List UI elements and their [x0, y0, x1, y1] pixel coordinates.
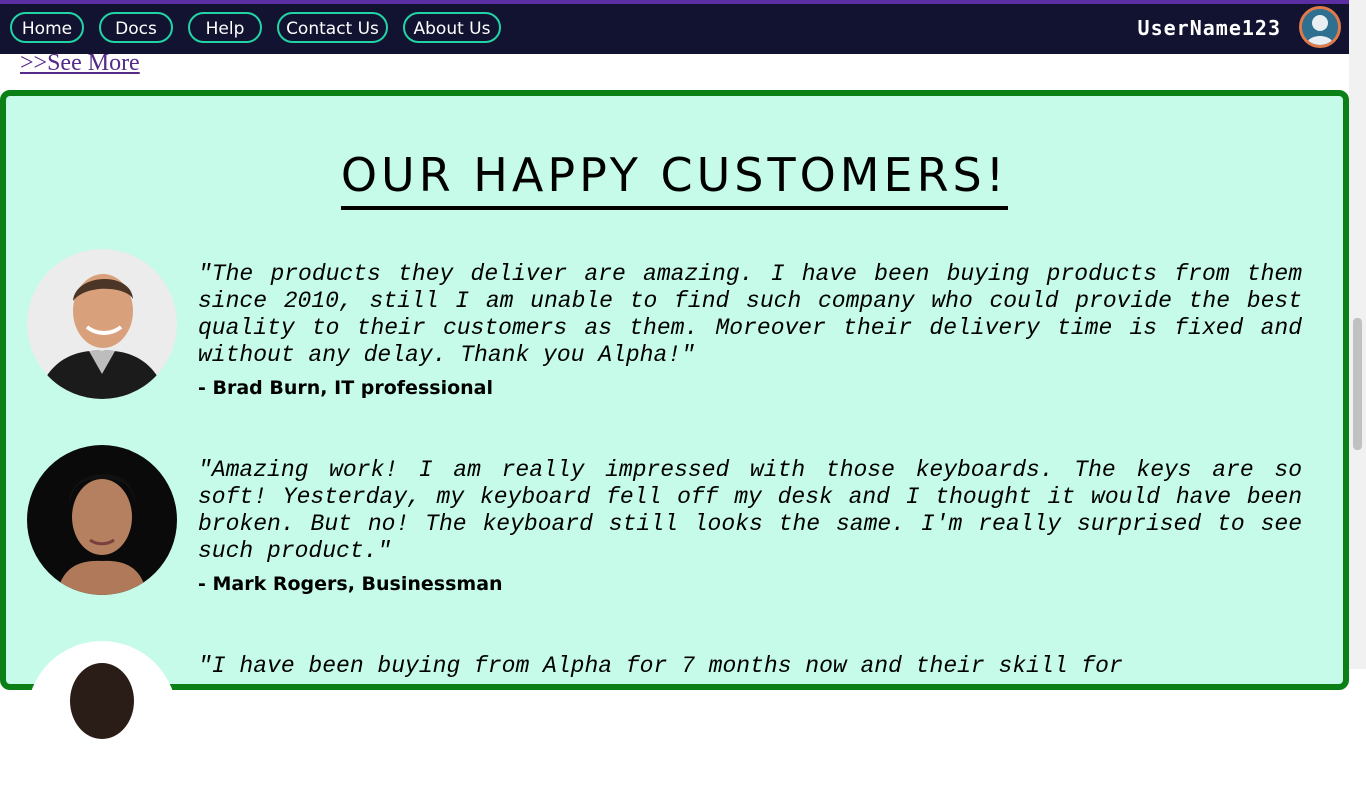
page-scrollbar[interactable] [1349, 0, 1366, 669]
testimonial-quote: "Amazing work! I am really impressed wit… [198, 457, 1302, 564]
nav-home-label: Home [21, 19, 73, 39]
nav-contact-label: Contact Us [286, 19, 379, 39]
testimonial-item: "Amazing work! I am really impressed wit… [27, 445, 1307, 605]
nav-contact-button[interactable]: Contact Us [277, 12, 388, 43]
customer-photo-third [27, 641, 177, 791]
nav-about-button[interactable]: About Us [403, 12, 501, 43]
username-label[interactable]: UserName123 [1138, 16, 1281, 40]
testimonials-title: OUR HAPPY CUSTOMERS! [340, 148, 1009, 210]
testimonial-quote: "I have been buying from Alpha for 7 mon… [198, 653, 1123, 679]
user-avatar[interactable] [1299, 6, 1341, 48]
navbar: Home Docs Help Contact Us About Us UserN… [0, 4, 1349, 54]
scrollbar-thumb[interactable] [1353, 318, 1362, 450]
user-silhouette-icon [1302, 9, 1338, 45]
testimonial-quote: "The products they deliver are amazing. … [198, 261, 1302, 368]
testimonials-panel: OUR HAPPY CUSTOMERS! "The products they … [0, 90, 1349, 791]
customer-photo-mark [27, 445, 177, 595]
testimonial-author: - Brad Burn, IT professional [198, 377, 493, 399]
nav-docs-label: Docs [115, 19, 157, 39]
customer-portrait-icon [27, 641, 177, 791]
nav-about-label: About Us [413, 19, 491, 39]
testimonials-title-wrap: OUR HAPPY CUSTOMERS! [6, 148, 1343, 210]
testimonial-item: "The products they deliver are amazing. … [27, 249, 1307, 409]
nav-help-label: Help [205, 19, 245, 39]
nav-help-button[interactable]: Help [188, 12, 262, 43]
testimonial-item: "I have been buying from Alpha for 7 mon… [27, 641, 1307, 801]
customer-portrait-icon [27, 249, 177, 399]
customer-photo-brad [27, 249, 177, 399]
testimonial-author: - Mark Rogers, Businessman [198, 573, 503, 595]
nav-docs-button[interactable]: Docs [99, 12, 173, 43]
nav-home-button[interactable]: Home [10, 12, 84, 43]
see-more-link[interactable]: >>See More [20, 50, 140, 77]
customer-portrait-icon [27, 445, 177, 595]
